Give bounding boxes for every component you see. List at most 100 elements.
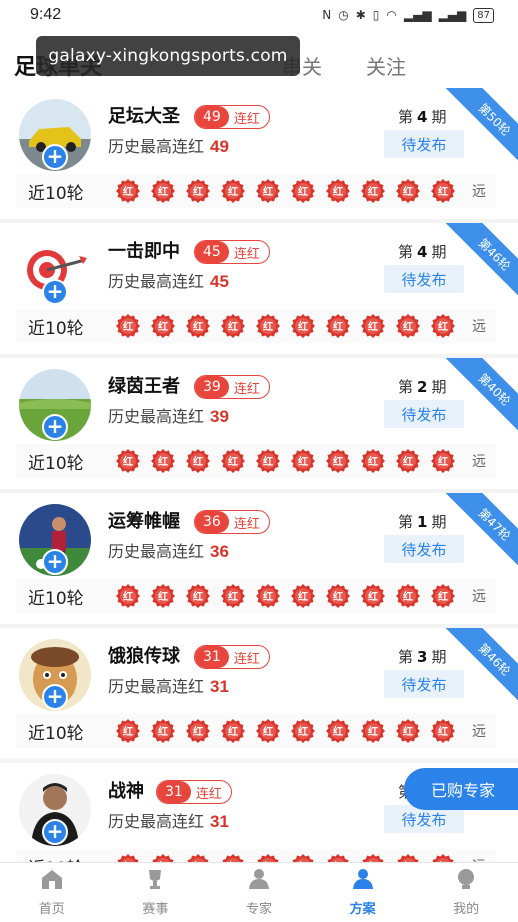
history-best: 历史最高连红 31 [108,808,229,832]
expert-icon [246,868,272,894]
red-badge-icon: 红 [219,718,247,744]
follow-plus-button[interactable]: + [42,144,68,170]
badge-label: 红 [368,321,378,333]
nav-item-home[interactable]: 首页 [0,863,104,922]
nav-item-plan[interactable]: 方案 [311,863,415,922]
badge-label: 红 [403,591,413,603]
red-badge-icon: 红 [429,718,457,744]
follow-plus-button[interactable]: + [42,414,68,440]
badge-label: 红 [123,186,133,198]
badge-label: 红 [228,186,238,198]
issue-number: 第1期 [398,513,447,531]
red-badge-icon: 红 [254,448,282,474]
expert-name: 一击即中 [108,241,180,262]
follow-plus-button[interactable]: + [42,819,68,845]
history-best: 历史最高连红 36 [108,538,229,562]
recent-more-link[interactable]: 远 [472,181,486,201]
expert-name: 运筹帷幄 [108,511,180,532]
red-badge-icon: 红 [254,583,282,609]
pending-status: 待发布 [384,265,464,293]
nav-label: 专家 [245,902,272,917]
expert-card[interactable]: + 饿狼传球 31 连红 历史最高连红 31 第3期 待发布 第46轮 近10轮 … [0,628,518,759]
badge-label: 红 [298,591,308,603]
badge-label: 红 [403,456,413,468]
expert-name: 饿狼传球 [108,646,180,667]
red-badge-icon: 红 [149,313,177,339]
badge-label: 红 [193,321,203,333]
badge-label: 红 [298,456,308,468]
streak-label: 连红 [233,381,260,397]
red-badge-icon: 红 [429,178,457,204]
streak-count: 45 [195,241,229,263]
badge-label: 红 [228,321,238,333]
red-badge-icon: 红 [394,313,422,339]
red-badge-icon: 红 [289,583,317,609]
tab-follow[interactable]: 关注 [366,51,406,80]
history-best: 历史最高连红 31 [108,673,229,697]
streak-badge: 31 连红 [156,780,232,804]
red-badge-icon: 红 [149,178,177,204]
streak-count: 31 [157,781,191,803]
badge-label: 红 [438,321,448,333]
streak-count: 49 [195,106,229,128]
recent-more-link[interactable]: 远 [472,316,486,336]
recent-label: 近10轮 [28,723,84,744]
follow-plus-button[interactable]: + [42,684,68,710]
red-badge-icon: 红 [394,718,422,744]
expert-card[interactable]: + 运筹帷幄 36 连红 历史最高连红 36 第1期 待发布 第47轮 近10轮 … [0,493,518,624]
red-badge-icon: 红 [219,448,247,474]
recent-badges: 红红红红红红红红红红 [114,178,457,204]
expert-card[interactable]: + 足坛大圣 49 连红 历史最高连红 49 第4期 待发布 第50轮 近10轮 … [0,88,518,219]
badge-label: 红 [123,321,133,333]
streak-badge: 49 连红 [194,105,270,129]
pending-status: 待发布 [384,400,464,428]
nav-item-trophy[interactable]: 赛事 [104,863,208,922]
bluetooth-icon: ✱ [355,8,366,22]
wifi-icon: ◠ [386,8,397,22]
badge-label: 红 [438,726,448,738]
red-badge-icon: 红 [114,583,142,609]
badge-label: 红 [403,726,413,738]
recent-label: 近10轮 [28,318,84,339]
history-best: 历史最高连红 45 [108,268,229,292]
badge-label: 红 [158,321,168,333]
recent-label: 近10轮 [28,588,84,609]
badge-label: 红 [228,726,238,738]
history-label: 历史最高连红 [108,272,205,291]
badge-label: 红 [158,726,168,738]
badge-label: 红 [123,456,133,468]
history-value: 36 [210,542,229,561]
streak-label: 连红 [233,516,260,532]
issue-number: 第4期 [398,243,447,261]
red-badge-icon: 红 [219,583,247,609]
red-badge-icon: 红 [149,718,177,744]
history-label: 历史最高连红 [108,542,205,561]
nav-item-profile[interactable]: 我的 [414,863,518,922]
history-label: 历史最高连红 [108,407,205,426]
recent-more-link[interactable]: 远 [472,586,486,606]
streak-label: 连红 [233,246,260,262]
badge-label: 红 [368,726,378,738]
red-badge-icon: 红 [184,583,212,609]
streak-label: 连红 [195,786,222,802]
expert-card[interactable]: + 一击即中 45 连红 历史最高连红 45 第4期 待发布 第46轮 近10轮 … [0,223,518,354]
follow-plus-button[interactable]: + [42,549,68,575]
badge-label: 红 [368,591,378,603]
expert-name: 足坛大圣 [108,106,180,127]
streak-label: 连红 [233,111,260,127]
expert-card[interactable]: + 绿茵王者 39 连红 历史最高连红 39 第2期 待发布 第40轮 近10轮 … [0,358,518,489]
badge-label: 红 [333,591,343,603]
badge-label: 红 [333,186,343,198]
streak-badge: 36 连红 [194,510,270,534]
history-value: 39 [210,407,229,426]
history-value: 31 [210,812,229,831]
nav-item-expert[interactable]: 专家 [207,863,311,922]
red-badge-icon: 红 [184,178,212,204]
badge-label: 红 [263,591,273,603]
history-value: 49 [210,137,229,156]
purchased-experts-button[interactable]: 已购专家 [404,768,518,810]
red-badge-icon: 红 [114,718,142,744]
recent-more-link[interactable]: 远 [472,721,486,741]
recent-more-link[interactable]: 远 [472,451,486,471]
follow-plus-button[interactable]: + [42,279,68,305]
